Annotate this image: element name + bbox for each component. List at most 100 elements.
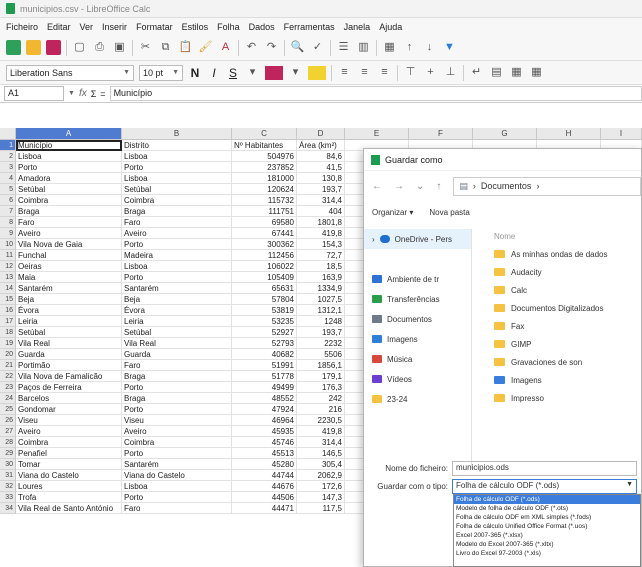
cell[interactable]: Beja (122, 294, 232, 305)
sort-descending-icon[interactable]: ↓ (422, 40, 437, 55)
file-list-item[interactable]: Imagens (482, 371, 642, 389)
cell[interactable]: Distrito (122, 140, 232, 151)
row-header[interactable]: 25 (0, 404, 16, 415)
cell[interactable]: Viana do Castelo (122, 470, 232, 481)
function-wizard-icon[interactable]: fx (79, 88, 87, 99)
organize-button[interactable]: Organizar ▾ (372, 208, 413, 217)
cell[interactable]: 163,9 (297, 272, 345, 283)
currency-icon[interactable]: ▦ (509, 65, 524, 80)
cell[interactable]: Vila Real (16, 338, 122, 349)
cell[interactable]: 46964 (232, 415, 297, 426)
cell[interactable]: 176,3 (297, 382, 345, 393)
row-header[interactable]: 23 (0, 382, 16, 393)
cell[interactable]: 2232 (297, 338, 345, 349)
cell[interactable]: 45935 (232, 426, 297, 437)
menu-ajuda[interactable]: Ajuda (379, 22, 402, 32)
align-top-icon[interactable]: ⊤ (403, 65, 418, 80)
cell[interactable]: Faro (122, 503, 232, 514)
row-header[interactable]: 22 (0, 371, 16, 382)
cell[interactable]: 2062,9 (297, 470, 345, 481)
cell[interactable]: 111751 (232, 206, 297, 217)
align-bottom-icon[interactable]: ⊥ (443, 65, 458, 80)
filetype-select[interactable]: Folha de cálculo ODF (*.ods) ▼ (452, 478, 637, 494)
copy-icon[interactable]: ⧉ (158, 40, 173, 55)
cell[interactable]: 52927 (232, 327, 297, 338)
cell[interactable]: Viana do Castelo (16, 470, 122, 481)
paste-icon[interactable]: 📋 (178, 40, 193, 55)
cell[interactable]: 44471 (232, 503, 297, 514)
cell[interactable]: 65631 (232, 283, 297, 294)
cell[interactable]: Nº Habitantes (232, 140, 297, 151)
select-all-corner[interactable] (0, 128, 16, 140)
highlight-color-icon[interactable] (308, 65, 326, 80)
column-icon[interactable]: ▥ (356, 40, 371, 55)
cell[interactable]: Porto (122, 404, 232, 415)
cell[interactable]: Vila Real (122, 338, 232, 349)
filetype-option[interactable]: Excel 2007-365 (*.xlsx) (454, 531, 640, 540)
row-header[interactable]: 15 (0, 294, 16, 305)
row-header[interactable]: 20 (0, 349, 16, 360)
cell[interactable]: Tomar (16, 459, 122, 470)
cell[interactable]: Setúbal (16, 327, 122, 338)
cell[interactable]: Porto (16, 162, 122, 173)
cell[interactable]: Portimão (16, 360, 122, 371)
menu-formatar[interactable]: Formatar (136, 22, 173, 32)
cell[interactable]: Loures (16, 481, 122, 492)
cell[interactable]: Beja (16, 294, 122, 305)
cell[interactable]: Madeira (122, 250, 232, 261)
cell[interactable]: Braga (122, 371, 232, 382)
font-size-combo[interactable]: 10 pt ▼ (139, 64, 183, 81)
cell[interactable]: 51778 (232, 371, 297, 382)
cell[interactable]: Coimbra (122, 437, 232, 448)
cell[interactable]: 40682 (232, 349, 297, 360)
cell[interactable]: 84,6 (297, 151, 345, 162)
filetype-option[interactable]: Modelo de folha de cálculo ODF (*.ots) (454, 504, 640, 513)
cell[interactable]: Penafiel (16, 448, 122, 459)
cell[interactable]: 120624 (232, 184, 297, 195)
row-header[interactable]: 30 (0, 459, 16, 470)
cell[interactable]: 504976 (232, 151, 297, 162)
filetype-option[interactable]: Folha de cálculo ODF (*.ods) (454, 495, 640, 504)
cell[interactable]: Barcelos (16, 393, 122, 404)
row-header[interactable]: 6 (0, 195, 16, 206)
row-header[interactable]: 13 (0, 272, 16, 283)
up-arrow-icon[interactable]: ↑ (436, 181, 441, 192)
menu-editar[interactable]: Editar (47, 22, 71, 32)
nav-item-downloads[interactable]: Transferências (364, 289, 471, 309)
cell[interactable]: Paços de Ferreira (16, 382, 122, 393)
cell[interactable]: Lisboa (122, 151, 232, 162)
clone-format-icon[interactable]: 🖌 (198, 40, 213, 55)
cell[interactable]: Faro (122, 217, 232, 228)
menu-ficheiro[interactable]: Ficheiro (6, 22, 38, 32)
undo-icon[interactable]: ↶ (244, 40, 259, 55)
cut-icon[interactable]: ✂ (138, 40, 153, 55)
cell[interactable]: 53819 (232, 305, 297, 316)
cell[interactable]: Braga (122, 393, 232, 404)
file-list-item[interactable]: Gravaciones de son (482, 353, 642, 371)
cell[interactable]: 45513 (232, 448, 297, 459)
print-preview-icon[interactable]: ▣ (112, 40, 127, 55)
nav-item-music[interactable]: Música (364, 349, 471, 369)
cell[interactable]: 179,1 (297, 371, 345, 382)
sort-ascending-icon[interactable]: ↑ (402, 40, 417, 55)
cell[interactable]: 146,5 (297, 448, 345, 459)
row-header[interactable]: 10 (0, 239, 16, 250)
back-arrow-icon[interactable]: ← (372, 181, 382, 192)
cell[interactable]: 105409 (232, 272, 297, 283)
cell[interactable]: Maia (16, 272, 122, 283)
center-vertically-icon[interactable]: + (423, 65, 438, 80)
cell[interactable]: Guarda (16, 349, 122, 360)
row-header[interactable]: 29 (0, 448, 16, 459)
cell[interactable]: Leiria (16, 316, 122, 327)
nav-item-documents[interactable]: Documentos (364, 309, 471, 329)
row-header[interactable]: 18 (0, 327, 16, 338)
name-box[interactable]: A1 (4, 86, 64, 101)
cell[interactable]: Aveiro (122, 228, 232, 239)
cell[interactable]: Oeiras (16, 261, 122, 272)
cell[interactable]: 106022 (232, 261, 297, 272)
file-list-item[interactable]: Fax (482, 317, 642, 335)
cell[interactable]: Gondomar (16, 404, 122, 415)
cell[interactable]: 419,8 (297, 228, 345, 239)
cell[interactable]: 2230,5 (297, 415, 345, 426)
cell[interactable]: 115732 (232, 195, 297, 206)
